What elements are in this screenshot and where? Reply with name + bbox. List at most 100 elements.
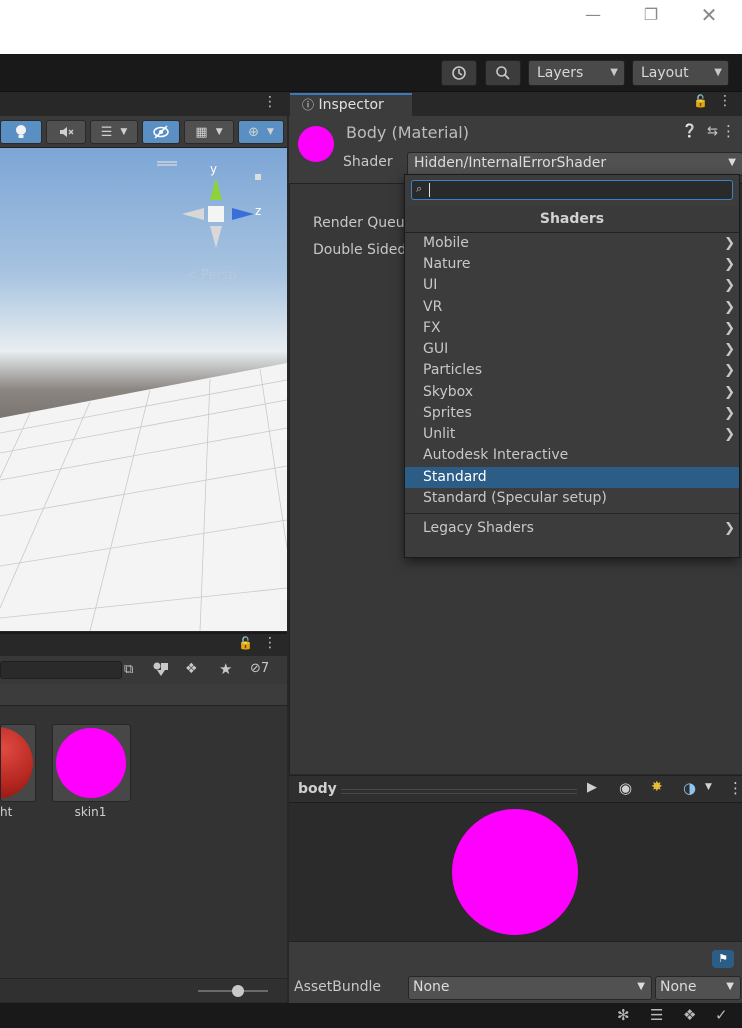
orientation-gizmo-icon[interactable] [172,168,262,258]
menu-item-label: Nature [423,256,471,272]
menu-item-label: Particles [423,362,483,378]
asset-thumbnail[interactable] [0,724,36,802]
asset-name: skin1 [74,805,107,819]
shader-menu-item[interactable]: Nature ❯ [405,254,739,275]
chevron-down-icon: ▼ [266,127,274,137]
filter-by-type-icon[interactable] [152,661,172,679]
preview-header: body ▶ ◉ ✸ ◑ ▼ ⋮ [289,775,742,803]
projection-toggle[interactable]: < Persp [186,268,237,283]
preview-shape-icon[interactable]: ◑ [683,779,696,797]
kebab-menu-icon[interactable]: ⋮ [263,635,277,651]
shader-menu-item[interactable]: Legacy Shaders ❯ [405,518,739,539]
audio-mute-icon[interactable] [46,120,86,144]
chevron-right-icon: ❯ [724,321,735,336]
chevron-down-icon: ▼ [120,127,128,137]
assetbundle-name-dropdown[interactable]: None ▼ [408,976,652,1000]
close-icon[interactable]: ✕ [680,0,738,30]
shader-menu-item[interactable]: Unlit ❯ [405,424,739,445]
gizmo-y-label: y [210,162,218,176]
tab-inspector[interactable]: ⓘ Inspector [290,93,412,116]
chevron-right-icon: ❯ [724,257,735,272]
menu-item-label: FX [423,320,441,336]
play-icon[interactable]: ▶ [587,780,597,795]
lighting-toggle-icon[interactable] [0,120,42,144]
layers-dropdown[interactable]: Layers ▼ [528,60,625,86]
chevron-right-icon: ❯ [724,278,735,293]
shader-menu-item[interactable]: Particles ❯ [405,360,739,381]
shader-menu-item[interactable]: Autodesk Interactive [405,445,739,466]
chevron-down-icon: ▼ [637,981,645,992]
search-icon[interactable] [485,60,521,86]
help-icon[interactable]: ❔ [682,124,698,139]
persp-label: Persp [201,268,237,283]
shader-menu-item-selected[interactable]: Standard [405,467,739,488]
kebab-menu-icon[interactable]: ⋮ [718,93,732,109]
project-footer [0,978,287,1002]
history-icon[interactable] [441,60,477,86]
shader-menu-item[interactable]: Sprites ❯ [405,403,739,424]
camera-dropdown[interactable]: ▦ ▼ [184,120,234,144]
preset-icon[interactable]: ⇆ [707,124,718,139]
chevron-right-icon: ❯ [724,342,735,357]
scene-visibility-icon[interactable] [142,120,180,144]
shader-menu-item[interactable]: UI ❯ [405,275,739,296]
project-search-input[interactable] [0,661,122,679]
chevron-right-icon: ❯ [724,300,735,315]
preview-mesh-icon[interactable]: ◉ [619,779,632,797]
kebab-menu-icon[interactable]: ⋮ [728,779,742,797]
lock-icon[interactable]: 🔓 [238,636,253,650]
gizmo-z-label: z [255,204,262,218]
menu-item-label: VR [423,299,443,315]
effects-dropdown[interactable]: ☰ ▼ [90,120,138,144]
search-window-icon[interactable]: ⧉ [124,662,142,678]
menu-item-label: GUI [423,341,449,357]
chevron-down-icon: ▼ [728,157,736,168]
lock-icon[interactable]: 🔓 [693,94,708,108]
menu-divider [405,513,739,514]
material-preview[interactable] [289,803,742,941]
chevron-right-icon: ❯ [724,406,735,421]
kebab-menu-icon[interactable]: ⋮ [721,122,736,140]
menu-item-label: Sprites [423,405,472,421]
menu-item-label: Mobile [423,235,469,251]
project-breadcrumb [0,684,287,706]
chevron-down-icon[interactable]: ▼ [705,782,712,792]
eye-slash-icon: ⊘ [250,661,261,676]
auto-generate-lighting-icon[interactable]: ❖ [683,1006,696,1024]
assetbundle-variant-dropdown[interactable]: None ▼ [655,976,741,1000]
layout-dropdown[interactable]: Layout ▼ [632,60,729,86]
preview-drag-handle[interactable] [341,789,577,794]
hidden-packages-toggle[interactable]: ⊘7 [250,661,284,679]
filter-by-label-icon[interactable]: ❖ [185,661,203,679]
shader-menu-item[interactable]: Mobile ❯ [405,233,739,254]
shader-menu-item[interactable]: FX ❯ [405,318,739,339]
shader-menu-item[interactable]: GUI ❯ [405,339,739,360]
restore-icon[interactable]: ❐ [622,0,680,30]
debug-bug-icon[interactable]: ✻ [617,1006,630,1024]
chevron-right-icon: ❯ [724,385,735,400]
menu-item-label: Autodesk Interactive [423,447,569,463]
kebab-menu-icon[interactable]: ⋮ [263,94,277,110]
label-tag-icon[interactable]: ⚑ [712,950,734,968]
shader-search-input[interactable]: ⌕ [411,180,733,200]
minimize-icon[interactable]: — [564,0,622,30]
material-title: Body (Material) [346,123,469,142]
asset-thumbnail[interactable] [52,724,131,802]
shader-dropdown[interactable]: Hidden/InternalErrorShader ▼ [407,152,742,176]
progress-check-icon[interactable]: ✓ [715,1006,728,1024]
cache-server-icon[interactable]: ☰ [650,1006,663,1024]
gizmo-icon: ⊕ [248,124,259,140]
preview-sphere [452,809,578,935]
scene-viewport[interactable]: y z < Persp [0,148,287,631]
main-toolbar [0,54,742,92]
favorite-star-icon[interactable]: ★ [219,660,237,678]
shader-menu-item[interactable]: VR ❯ [405,297,739,318]
preview-lighting-icon[interactable]: ✸ [651,779,663,795]
shader-menu-item[interactable]: Skybox ❯ [405,382,739,403]
menu-item-label: Unlit [423,426,456,442]
shader-menu-item[interactable]: Standard (Specular setup) [405,488,739,509]
thumbnail-size-slider-handle[interactable] [232,985,244,997]
asset-name: ht [0,805,13,819]
gizmos-dropdown[interactable]: ⊕ ▼ [238,120,284,144]
project-asset-grid: ht skin1 [0,706,287,978]
